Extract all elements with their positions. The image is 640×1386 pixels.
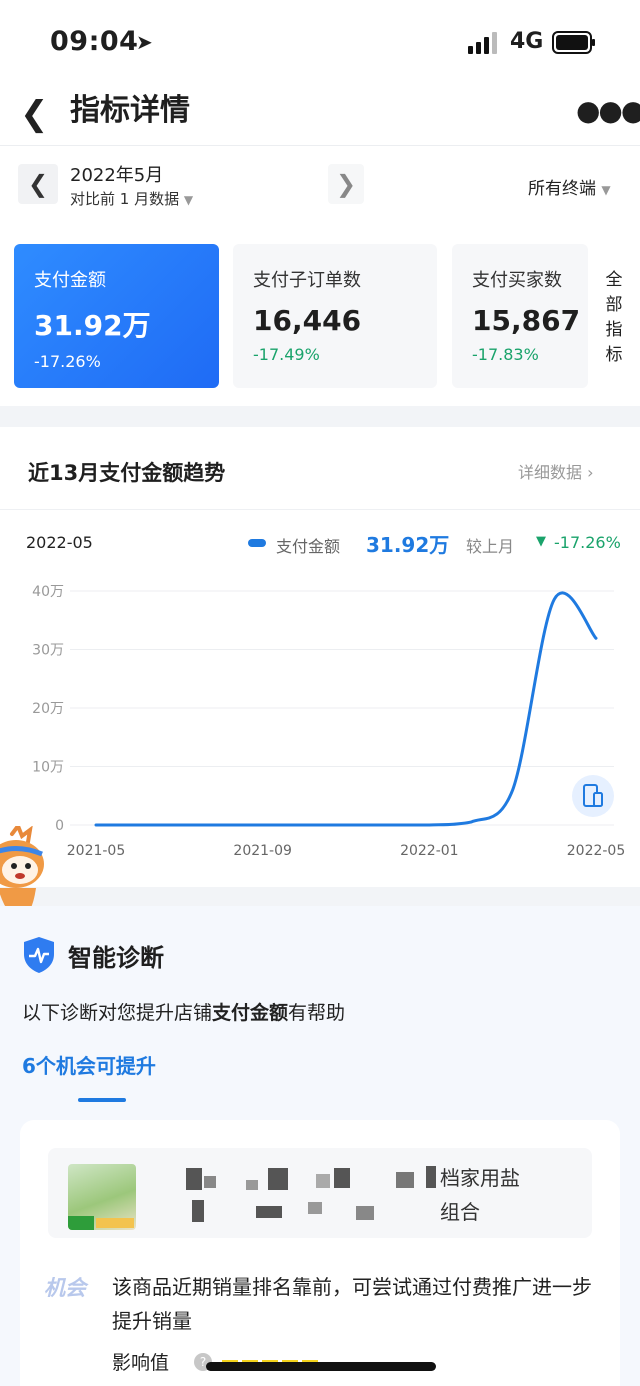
- active-tab-indicator: [78, 1098, 126, 1102]
- compare-label: 较上月: [466, 537, 515, 556]
- legend-marker: [248, 539, 266, 547]
- product-name-line2: 组合: [440, 1200, 480, 1224]
- diagnosis-desc-metric: 支付金额: [212, 1002, 289, 1024]
- metric-card-payment-amount[interactable]: 支付金额 31.92万 -17.26%: [14, 244, 219, 388]
- series-line: [94, 591, 598, 827]
- detail-data-label: 详细数据: [518, 463, 583, 482]
- detail-data-link[interactable]: 详细数据 ›: [518, 459, 594, 483]
- metric-value: 15,867: [472, 304, 581, 337]
- compare-dropdown[interactable]: 对比前 1 月数据 ▼: [70, 188, 193, 209]
- y-tick-label: 30万: [32, 643, 64, 659]
- status-time: 09:04: [50, 26, 139, 57]
- product-name-redacted: [156, 1162, 436, 1226]
- chevron-left-icon: ❮: [27, 170, 49, 198]
- y-tick-label: 0: [55, 818, 64, 834]
- diagnosis-desc-prefix: 以下诊断对您提升店铺: [22, 1002, 213, 1024]
- terminal-dropdown[interactable]: 所有终端 ▼: [528, 174, 611, 199]
- chevron-left-icon[interactable]: ❮: [20, 94, 49, 134]
- metric-label: 支付买家数: [472, 270, 562, 291]
- metric-label: 支付子订单数: [253, 270, 361, 291]
- opportunity-card[interactable]: 档家用盐 组合 机会 该商品近期销量排名靠前，可尝试通过付费推广进一步提升销量 …: [20, 1120, 620, 1386]
- product-thumbnail: [68, 1164, 136, 1230]
- diagnosis-desc-suffix: 有帮助: [288, 1002, 346, 1024]
- tab-opportunities[interactable]: 6个机会可提升: [22, 1050, 156, 1079]
- selected-date: 2022-05: [26, 533, 93, 552]
- opportunity-badge: 机会: [44, 1276, 86, 1300]
- divider: [0, 509, 640, 510]
- network-type: 4G: [510, 29, 544, 54]
- status-bar: 09:04 ➤ 4G: [0, 0, 640, 86]
- chevron-right-icon: ❯: [335, 170, 357, 198]
- chevron-right-icon: ›: [587, 463, 594, 482]
- compare-label: 对比前 1 月数据: [70, 190, 180, 208]
- y-tick-label: 40万: [32, 584, 64, 600]
- product-thumbnail-tag: [68, 1216, 94, 1230]
- compare-change: -17.26%: [554, 533, 621, 552]
- product-item[interactable]: 档家用盐 组合: [48, 1148, 592, 1238]
- trend-section: 近13月支付金额趋势 详细数据 › 2022-05 支付金额 31.92万 较上…: [0, 427, 640, 887]
- product-thumbnail-banner: [96, 1218, 134, 1228]
- metric-change: -17.83%: [472, 345, 539, 364]
- metric-card-sub-orders[interactable]: 支付子订单数 16,446 -17.49%: [233, 244, 437, 388]
- metric-value: 16,446: [253, 304, 362, 337]
- trend-line-chart[interactable]: 0 10万 20万 30万 40万 2021-05 2021-09 2022-01 2022-0…: [0, 567, 640, 867]
- prev-month-button[interactable]: ❮: [18, 164, 58, 204]
- metric-label: 支付金额: [34, 270, 106, 291]
- signal-icon: [468, 32, 497, 54]
- y-tick-label: 10万: [32, 760, 64, 776]
- legend-series-name: 支付金额: [276, 537, 341, 556]
- product-name-line1: 档家用盐: [440, 1166, 520, 1190]
- battery-icon: [552, 31, 595, 54]
- impact-label: 影响值: [112, 1352, 170, 1374]
- metric-change: -17.49%: [253, 345, 320, 364]
- navigation-arrow-icon: ➤: [136, 30, 153, 54]
- triangle-down-icon: ▼: [536, 534, 546, 549]
- x-tick-label: 2021-09: [233, 843, 292, 859]
- x-tick-label: 2022-01: [400, 843, 459, 859]
- date-selector: ❮ 2022年5月 对比前 1 月数据 ▼ ❯ 所有终端 ▼: [0, 146, 640, 226]
- device-switch-icon[interactable]: [572, 775, 614, 817]
- shield-pulse-icon: [24, 937, 54, 973]
- next-month-button[interactable]: ❯: [328, 164, 364, 204]
- metric-change: -17.26%: [34, 352, 101, 371]
- metric-cards: 支付金额 31.92万 -17.26% 支付子订单数 16,446 -17.49…: [0, 226, 640, 406]
- period-title: 2022年5月: [70, 165, 164, 186]
- more-dots-icon[interactable]: ●●●: [576, 96, 640, 126]
- diagnosis-title: 智能诊断: [68, 944, 164, 972]
- opportunity-text: 该商品近期销量排名靠前，可尝试通过付费推广进一步提升销量: [112, 1275, 592, 1333]
- page-title: 指标详情: [70, 93, 190, 128]
- caret-down-icon: ▼: [601, 183, 611, 197]
- terminal-label: 所有终端: [528, 179, 596, 199]
- x-tick-label: 2022-05: [567, 843, 626, 859]
- all-metrics-button[interactable]: 全部指标: [602, 268, 626, 368]
- metric-card-buyers[interactable]: 支付买家数 15,867 -17.83%: [452, 244, 588, 388]
- metric-value: 31.92万: [34, 309, 151, 342]
- x-tick-label: 2021-05: [67, 843, 126, 859]
- diagnosis-description: 以下诊断对您提升店铺支付金额有帮助: [22, 998, 345, 1025]
- smart-diagnosis-section: 智能诊断 以下诊断对您提升店铺支付金额有帮助 6个机会可提升 档家用盐 组合 机…: [0, 906, 640, 1386]
- trend-title: 近13月支付金额趋势: [28, 461, 226, 485]
- y-tick-label: 20万: [32, 701, 64, 717]
- nav-bar: ❮ 指标详情 ●●●: [0, 86, 640, 146]
- home-indicator[interactable]: [206, 1362, 436, 1371]
- caret-down-icon: ▼: [183, 193, 194, 207]
- legend-series-value: 31.92万: [366, 533, 450, 557]
